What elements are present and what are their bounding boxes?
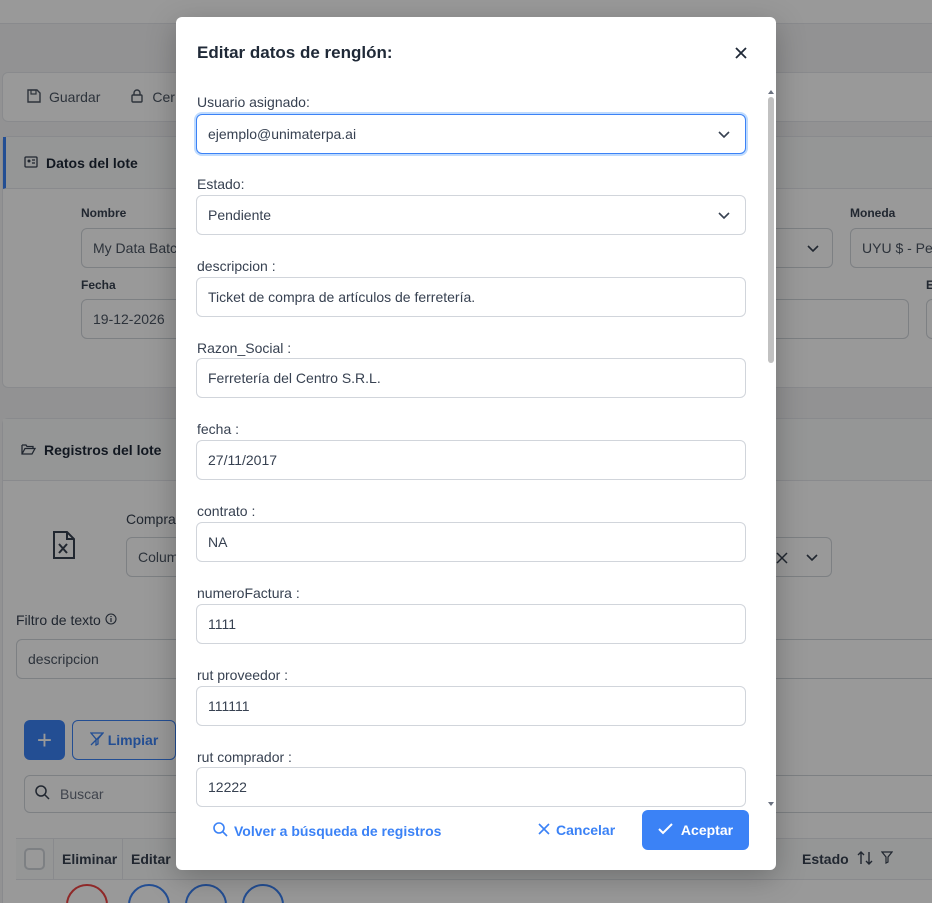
close-icon (735, 46, 747, 62)
accept-button[interactable]: Aceptar (642, 810, 749, 850)
estado-value: Pendiente (208, 207, 272, 223)
modal-title: Editar datos de renglón: (197, 43, 393, 62)
rut-comprador-input[interactable]: 12222 (196, 767, 746, 807)
check-icon (658, 822, 673, 838)
edit-row-modal: Editar datos de renglón: Usuario asignad… (176, 17, 776, 870)
cancel-button[interactable]: Cancelar (538, 822, 615, 838)
rut-comprador-label: rut comprador : (197, 749, 292, 765)
close-modal-button[interactable] (729, 42, 753, 66)
estado-label: Estado: (197, 176, 245, 192)
cancel-label: Cancelar (556, 822, 616, 838)
numero-factura-label: numeroFactura : (197, 585, 300, 601)
back-to-search-label: Volver a búsqueda de registros (234, 823, 442, 839)
modal-form: Usuario asignado: ejemplo@unimaterpa.ai … (176, 87, 776, 809)
rut-proveedor-label: rut proveedor : (197, 667, 289, 683)
accept-label: Aceptar (680, 822, 734, 838)
fecha-input[interactable]: 27/11/2017 (196, 440, 746, 480)
back-to-search-button[interactable]: Volver a búsqueda de registros (213, 822, 441, 840)
usuario-select[interactable]: ejemplo@unimaterpa.ai (196, 114, 746, 154)
close-icon (538, 822, 550, 838)
modal-scrollbar-thumb[interactable] (768, 97, 774, 363)
descripcion-input[interactable]: Ticket de compra de artículos de ferrete… (196, 277, 746, 317)
estado-select[interactable]: Pendiente (196, 195, 746, 235)
rut-proveedor-input[interactable]: 111111 (196, 686, 746, 726)
descripcion-label: descripcion : (197, 258, 276, 274)
scroll-down-icon[interactable] (767, 800, 775, 808)
search-icon (213, 822, 228, 840)
razon-social-label: Razon_Social : (197, 340, 292, 356)
chevron-down-icon (717, 127, 731, 144)
contrato-label: contrato : (197, 503, 256, 519)
contrato-input[interactable]: NA (196, 522, 746, 562)
scroll-up-icon[interactable] (767, 88, 775, 96)
modal-footer: Volver a búsqueda de registros Cancelar … (176, 809, 776, 870)
numero-factura-input[interactable]: 1111 (196, 604, 746, 644)
usuario-value: ejemplo@unimaterpa.ai (208, 126, 357, 142)
chevron-down-icon (717, 208, 731, 225)
usuario-label: Usuario asignado: (197, 94, 310, 110)
razon-social-input[interactable]: Ferretería del Centro S.R.L. (196, 358, 746, 398)
fecha-label: fecha : (197, 421, 240, 437)
